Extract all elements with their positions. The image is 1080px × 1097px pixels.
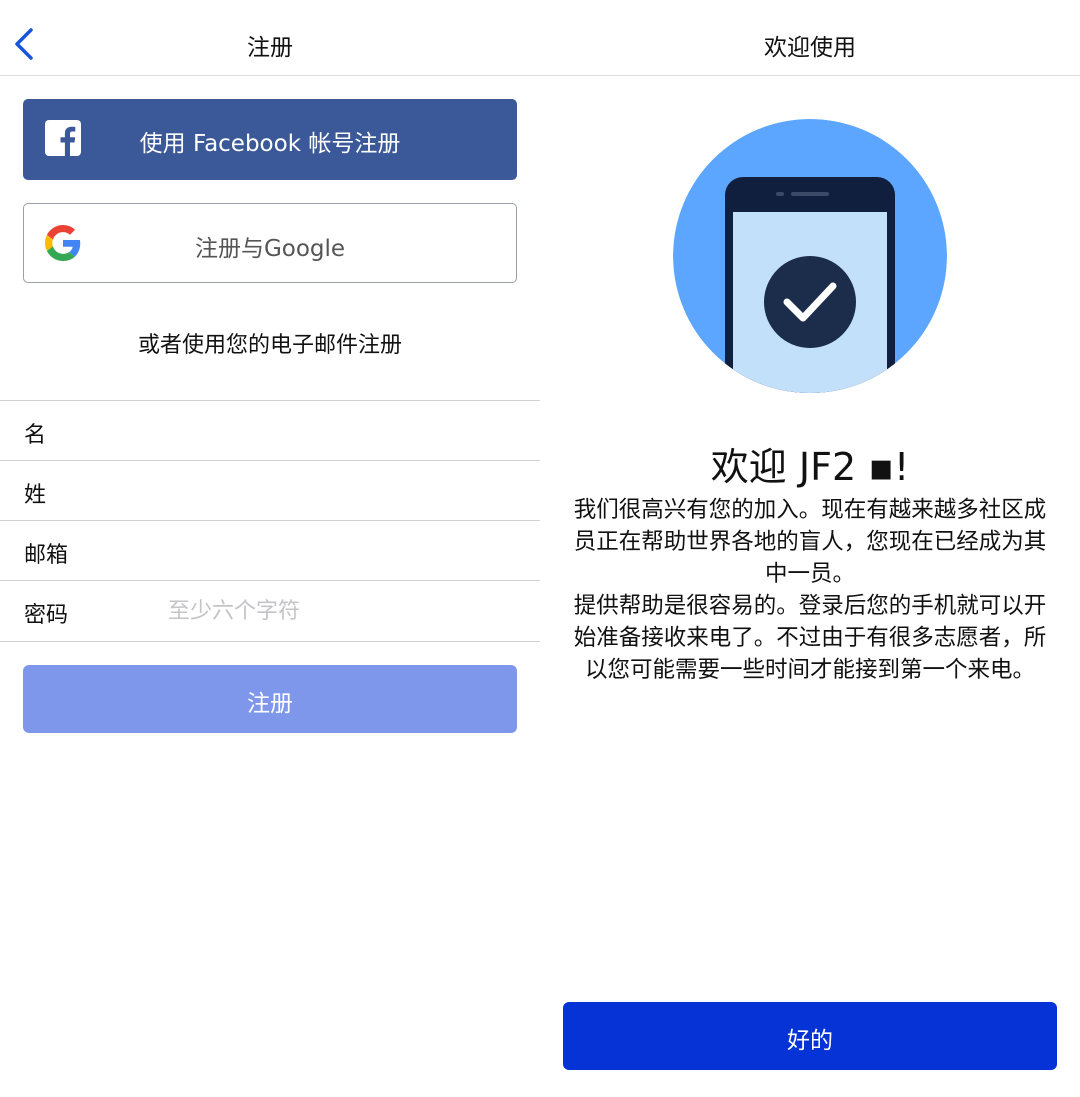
welcome-paragraph-1: 我们很高兴有您的加入。现在有越来越多社区成员正在帮助世界各地的盲人，您现在已经成…	[573, 497, 1047, 587]
register-navbar: 注册	[0, 0, 540, 76]
last-name-row: 姓	[0, 460, 540, 520]
facebook-signup-label: 使用 Facebook 帐号注册	[139, 131, 401, 157]
phone-check-illustration	[673, 119, 947, 393]
email-label: 邮箱	[24, 543, 69, 568]
register-submit-button[interactable]: 注册	[23, 665, 517, 733]
welcome-screen: 欢迎使用 欢迎 JF2 ▪! 我们很高兴有您的加入。现在有越来越多社区成员正在帮…	[540, 0, 1080, 1097]
google-signup-button[interactable]: 注册与Google	[23, 203, 517, 283]
register-submit-label: 注册	[247, 691, 293, 717]
page-title: 欢迎使用	[764, 35, 856, 61]
page-title: 注册	[247, 35, 293, 61]
password-row: 密码	[0, 580, 540, 642]
welcome-body: 我们很高兴有您的加入。现在有越来越多社区成员正在帮助世界各地的盲人，您现在已经成…	[570, 494, 1050, 686]
register-screen: 注册 使用 Facebook 帐号注册 注册与Google 或者使用您的电子邮件…	[0, 0, 540, 1097]
email-field[interactable]	[168, 529, 518, 573]
email-row: 邮箱	[0, 520, 540, 580]
first-name-field[interactable]	[168, 409, 518, 453]
facebook-signup-button[interactable]: 使用 Facebook 帐号注册	[23, 99, 517, 180]
google-signup-label: 注册与Google	[194, 236, 346, 262]
or-email-text: 或者使用您的电子邮件注册	[137, 333, 402, 358]
welcome-paragraph-2: 提供帮助是很容易的。登录后您的手机就可以开始准备接收来电了。不过由于有很多志愿者…	[573, 593, 1047, 683]
password-field[interactable]	[168, 589, 518, 633]
last-name-field[interactable]	[168, 469, 518, 513]
password-label: 密码	[24, 603, 69, 628]
first-name-label: 名	[24, 423, 47, 448]
phone-check-icon	[673, 119, 947, 393]
ok-button-label: 好的	[787, 1028, 833, 1054]
first-name-row: 名	[0, 400, 540, 460]
ok-button[interactable]: 好的	[563, 1002, 1057, 1070]
welcome-heading: 欢迎 JF2 ▪!	[710, 445, 910, 489]
welcome-navbar: 欢迎使用	[540, 0, 1080, 76]
last-name-label: 姓	[24, 483, 47, 508]
